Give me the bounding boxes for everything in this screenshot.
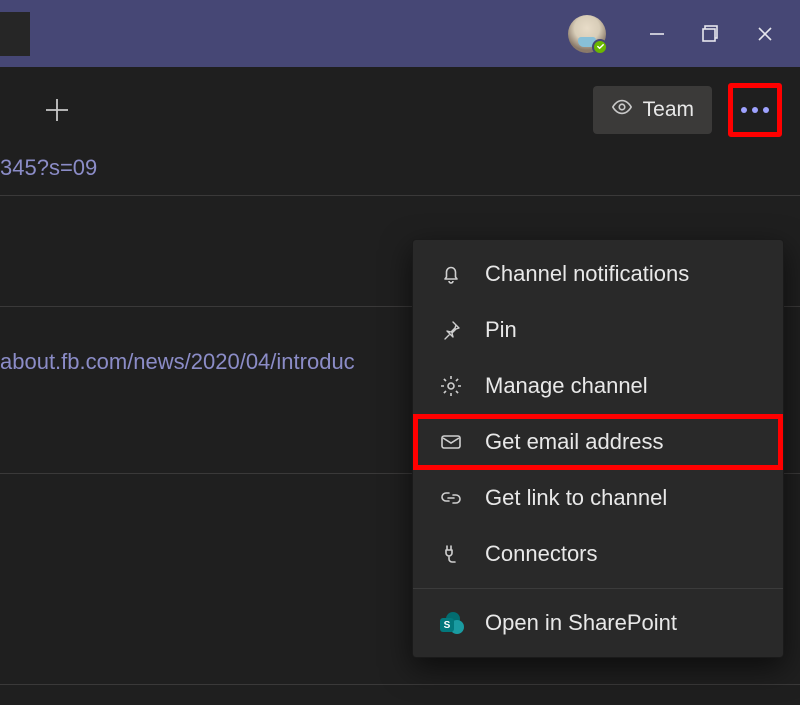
menu-manage-channel[interactable]: Manage channel bbox=[413, 358, 783, 414]
post-link[interactable]: 345?s=09 bbox=[0, 153, 800, 195]
menu-item-label: Connectors bbox=[485, 541, 598, 567]
menu-get-link[interactable]: Get link to channel bbox=[413, 470, 783, 526]
ellipsis-icon bbox=[741, 107, 769, 113]
team-visibility-button[interactable]: Team bbox=[593, 86, 712, 134]
titlebar-left-placeholder bbox=[0, 12, 30, 56]
mail-icon bbox=[437, 428, 465, 456]
menu-item-label: Get link to channel bbox=[485, 485, 667, 511]
add-tab-button[interactable] bbox=[36, 89, 78, 131]
menu-item-label: Get email address bbox=[485, 429, 664, 455]
link-icon bbox=[437, 484, 465, 512]
window-maximize-button[interactable] bbox=[684, 10, 738, 58]
menu-item-label: Channel notifications bbox=[485, 261, 689, 287]
connectors-icon bbox=[437, 540, 465, 568]
menu-get-email-address[interactable]: Get email address bbox=[413, 414, 783, 470]
menu-open-sharepoint[interactable]: S Open in SharePoint bbox=[413, 595, 783, 651]
eye-icon bbox=[611, 96, 633, 124]
sharepoint-icon: S bbox=[437, 609, 465, 637]
titlebar bbox=[0, 0, 800, 67]
content-area: Team 345?s=09 about.fb.com/news/2020/04/… bbox=[0, 67, 800, 705]
more-options-button[interactable] bbox=[728, 83, 782, 137]
menu-item-label: Pin bbox=[485, 317, 517, 343]
bell-icon bbox=[437, 260, 465, 288]
menu-item-label: Open in SharePoint bbox=[485, 610, 677, 636]
menu-connectors[interactable]: Connectors bbox=[413, 526, 783, 582]
gear-icon bbox=[437, 372, 465, 400]
user-avatar[interactable] bbox=[568, 15, 606, 53]
menu-divider bbox=[413, 588, 783, 589]
menu-pin[interactable]: Pin bbox=[413, 302, 783, 358]
menu-channel-notifications[interactable]: Channel notifications bbox=[413, 246, 783, 302]
team-button-label: Team bbox=[643, 98, 694, 122]
menu-item-label: Manage channel bbox=[485, 373, 648, 399]
window-minimize-button[interactable] bbox=[630, 10, 684, 58]
channel-toolbar: Team bbox=[0, 67, 800, 153]
channel-context-menu: Channel notifications Pin Manage channel… bbox=[412, 239, 784, 658]
presence-badge-available bbox=[592, 39, 608, 55]
pin-icon bbox=[437, 316, 465, 344]
window-close-button[interactable] bbox=[738, 10, 792, 58]
